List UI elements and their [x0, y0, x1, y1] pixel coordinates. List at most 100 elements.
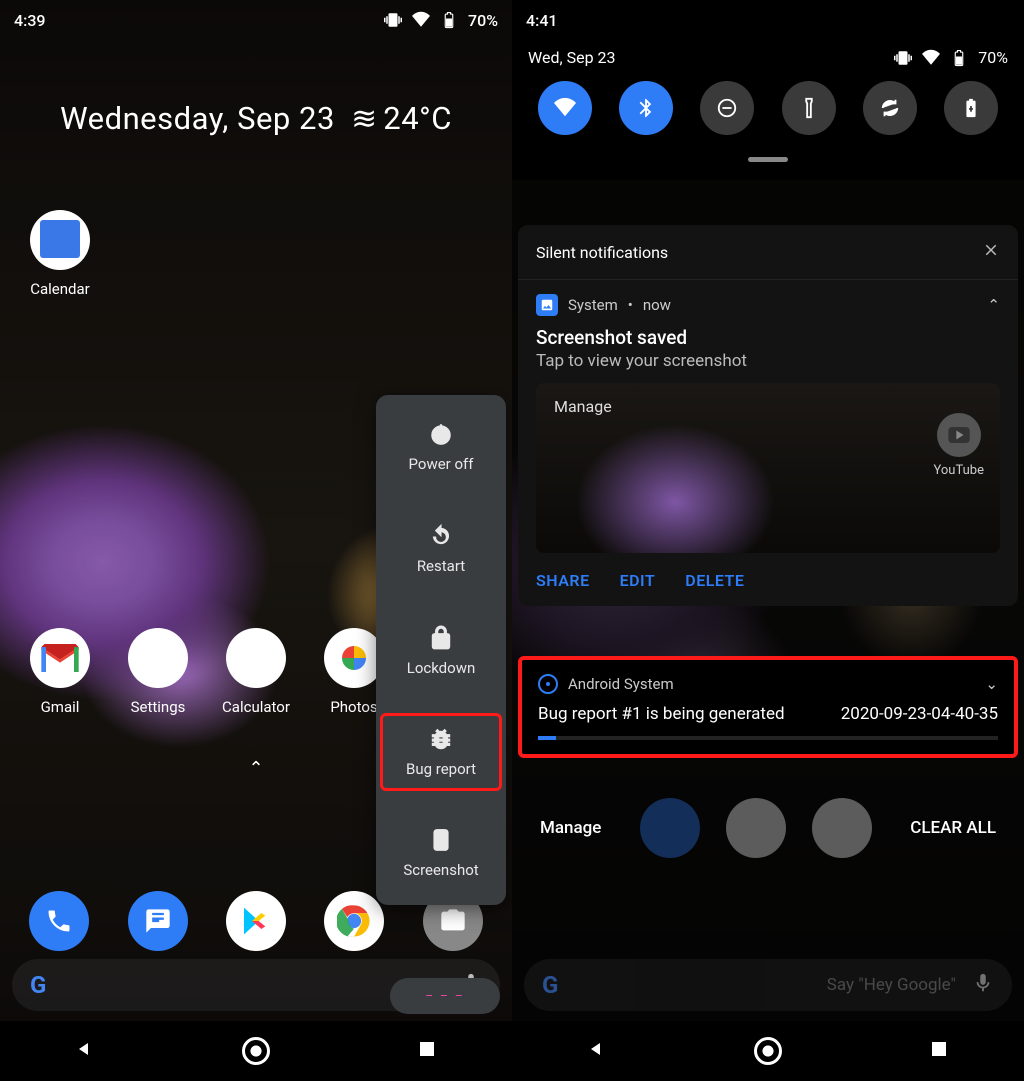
nav-bar	[512, 1021, 1024, 1081]
shade-expand-handle[interactable]	[748, 157, 788, 162]
screenshot-button[interactable]: Screenshot	[376, 821, 506, 885]
screenshot-label: Screenshot	[403, 861, 478, 879]
nav-home[interactable]	[242, 1037, 270, 1065]
nav-back[interactable]	[585, 1037, 609, 1065]
battery-icon	[950, 49, 968, 67]
app-settings[interactable]: Settings	[110, 628, 206, 716]
search-hint: Say "Hey Google"	[827, 975, 956, 995]
bug-title: Bug report #1 is being generated	[538, 704, 785, 724]
background-dock	[640, 798, 872, 858]
qs-date: Wed, Sep 23	[528, 48, 616, 67]
calculator-icon: −×+=	[226, 628, 286, 688]
power-icon	[428, 421, 454, 447]
google-logo: G	[542, 971, 558, 999]
app-label: Photos	[330, 698, 377, 716]
battery-icon	[440, 11, 458, 29]
dock-messages	[640, 798, 700, 858]
status-battery: 70%	[978, 48, 1008, 67]
notification-footer: Manage CLEAR ALL	[512, 798, 1024, 858]
qs-wifi[interactable]	[538, 81, 592, 135]
vibrate-icon	[894, 49, 912, 67]
power-menu-extra[interactable]: – – –	[390, 978, 500, 1014]
restart-button[interactable]: Restart	[376, 517, 506, 581]
status-battery: 70%	[468, 11, 498, 30]
google-logo: G	[30, 971, 46, 999]
manage-chip: Manage	[554, 397, 612, 416]
nav-recents[interactable]	[415, 1037, 439, 1065]
app-drawer-handle[interactable]: ⌃	[248, 758, 263, 779]
temperature: 24°C	[383, 100, 452, 137]
fog-icon: ≋	[351, 100, 371, 137]
app-label: Calendar	[30, 280, 90, 298]
bug-timestamp: 2020-09-23-04-40-35	[841, 704, 998, 724]
wifi-icon	[922, 49, 940, 67]
qs-bluetooth[interactable]	[619, 81, 673, 135]
bug-report-notification[interactable]: Android System ⌄ Bug report #1 is being …	[518, 656, 1018, 758]
bug-report-label: Bug report	[406, 760, 476, 778]
date-weather-widget[interactable]: Wednesday, Sep 23 ≋ 24°C	[0, 100, 512, 137]
photos-icon	[324, 628, 384, 688]
notif-title: Screenshot saved	[518, 320, 1018, 351]
system-app-icon	[536, 294, 558, 316]
chevron-up-icon[interactable]: ⌃	[987, 296, 1000, 314]
dock-chrome[interactable]	[324, 891, 384, 951]
wifi-icon	[412, 11, 430, 29]
android-system-icon	[538, 674, 558, 694]
silent-notifications-card: Silent notifications System • now ⌃ Scre…	[518, 225, 1018, 606]
app-calculator[interactable]: −×+= Calculator	[208, 628, 304, 716]
notif-time: now	[643, 296, 671, 314]
youtube-icon	[937, 413, 981, 457]
notification-header[interactable]: System • now ⌃	[518, 280, 1018, 320]
delete-button[interactable]: DELETE	[685, 571, 744, 590]
screenshot-icon	[428, 827, 454, 853]
dock-play-store	[726, 798, 786, 858]
status-time: 4:39	[14, 11, 46, 30]
status-bar: 4:39 70%	[0, 0, 512, 40]
bug-app-name: Android System	[568, 675, 674, 693]
nav-back[interactable]	[73, 1037, 97, 1065]
vibrate-icon	[384, 11, 402, 29]
app-label: Gmail	[41, 698, 80, 716]
clear-all-button[interactable]: CLEAR ALL	[910, 818, 996, 838]
notif-app-name: System	[568, 296, 618, 314]
dock-chrome	[812, 798, 872, 858]
progress-bar	[538, 736, 998, 740]
share-button[interactable]: SHARE	[536, 571, 590, 590]
restart-icon	[428, 523, 454, 549]
power-off-button[interactable]: Power off	[376, 415, 506, 479]
dock-messages[interactable]	[128, 891, 188, 951]
lockdown-button[interactable]: Lockdown	[376, 619, 506, 683]
lock-icon	[428, 625, 454, 651]
restart-label: Restart	[417, 557, 465, 575]
google-search-bar[interactable]: G Say "Hey Google"	[524, 959, 1012, 1011]
app-label: Settings	[131, 698, 186, 716]
bug-report-button[interactable]: Bug report	[380, 713, 502, 791]
qs-battery-saver[interactable]	[944, 81, 998, 135]
app-gmail[interactable]: Gmail	[12, 628, 108, 716]
gmail-icon	[30, 628, 90, 688]
status-time: 4:41	[526, 11, 558, 30]
nav-home[interactable]	[754, 1037, 782, 1065]
mic-icon[interactable]	[972, 972, 994, 998]
power-menu: Power off Restart Lockdown Bug report Sc…	[376, 395, 506, 905]
app-label: Calculator	[222, 698, 290, 716]
dock-play-store[interactable]	[226, 891, 286, 951]
chevron-down-icon[interactable]: ⌄	[985, 675, 998, 693]
youtube-label: YouTube	[934, 463, 985, 478]
bug-icon	[428, 726, 454, 752]
notif-subtitle[interactable]: Tap to view your screenshot	[518, 351, 1018, 383]
nav-recents[interactable]	[927, 1037, 951, 1065]
qs-rotate[interactable]	[863, 81, 917, 135]
date-text: Wednesday, Sep 23	[60, 100, 335, 137]
qs-flashlight[interactable]	[782, 81, 836, 135]
close-icon[interactable]	[982, 241, 1000, 263]
settings-icon	[128, 628, 188, 688]
calendar-icon: 31	[30, 210, 90, 270]
qs-dnd[interactable]	[700, 81, 754, 135]
app-calendar[interactable]: 31 Calendar	[12, 210, 108, 298]
nav-bar	[0, 1021, 512, 1081]
manage-notifications-button[interactable]: Manage	[540, 818, 601, 838]
edit-button[interactable]: EDIT	[620, 571, 656, 590]
screenshot-preview[interactable]: Manage YouTube	[536, 383, 1000, 553]
dock-phone[interactable]	[29, 891, 89, 951]
